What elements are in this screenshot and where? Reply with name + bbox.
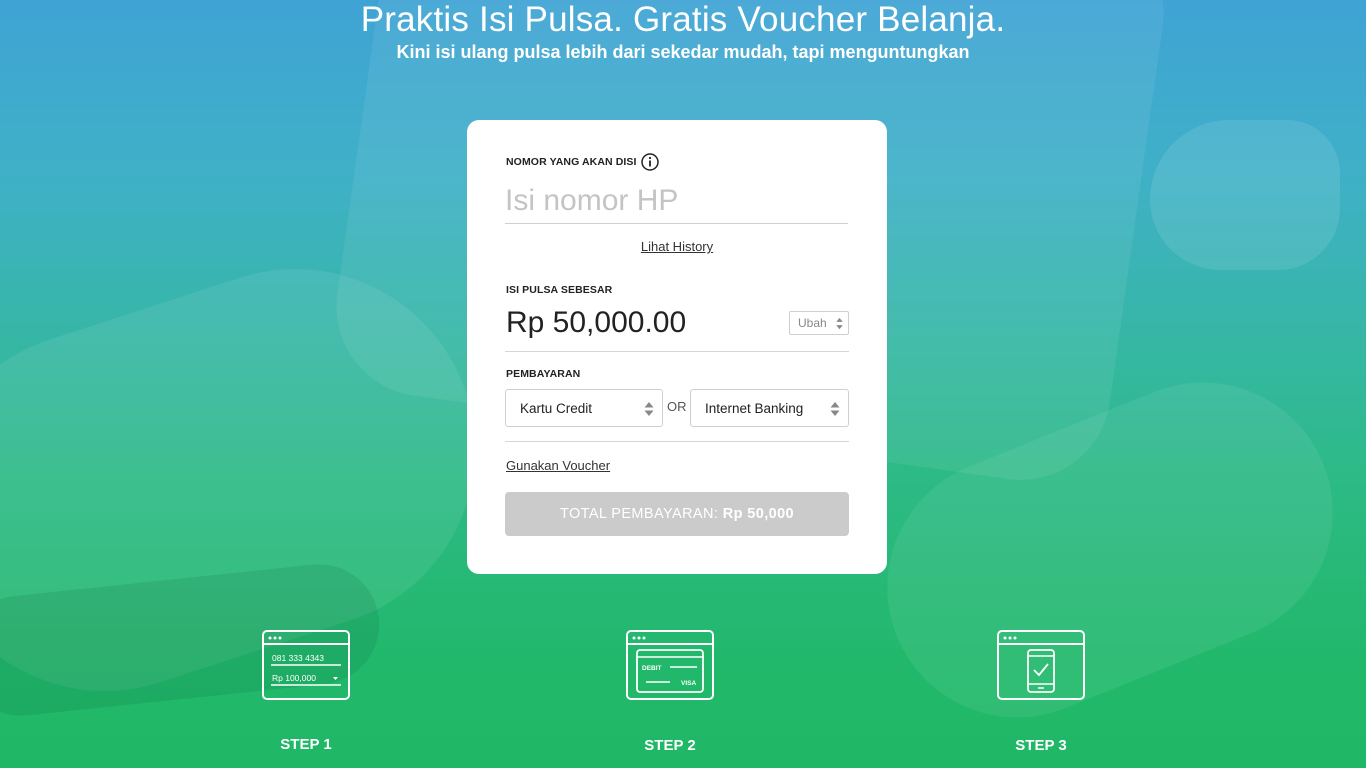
background-thumb-shape	[1150, 120, 1340, 270]
change-amount-button[interactable]: Ubah	[789, 311, 849, 335]
step-3: STEP 3	[997, 630, 1087, 754]
payment-option-label: Kartu Credit	[520, 401, 593, 416]
amount-label: ISI PULSA SEBESAR	[506, 284, 613, 296]
step1-example-amount: Rp 100,000	[272, 673, 316, 683]
step-1: 081 333 4343 Rp 100,000 STEP 1	[262, 630, 352, 753]
hero-title: Praktis Isi Pulsa. Gratis Voucher Belanj…	[360, 0, 1006, 39]
step-label: STEP 2	[644, 737, 696, 754]
step-label: STEP 1	[280, 736, 332, 753]
number-label: NOMOR YANG AKAN DISI	[506, 156, 637, 168]
updown-arrows-icon	[830, 402, 840, 416]
payment-option-label: Internet Banking	[705, 401, 804, 416]
step1-example-number: 081 333 4343	[272, 653, 324, 663]
phone-check-icon	[997, 630, 1085, 700]
change-amount-label: Ubah	[798, 316, 827, 330]
step-2: DEBIT VISA STEP 2	[626, 630, 716, 754]
divider	[505, 351, 849, 352]
phone-form-icon: 081 333 4343 Rp 100,000	[262, 630, 350, 700]
total-payment-value: Rp 50,000	[722, 506, 795, 522]
payment-label: PEMBAYARAN	[506, 368, 581, 380]
background-hand-shape	[848, 343, 1366, 757]
topup-form-card: NOMOR YANG AKAN DISI Lihat History ISI P…	[467, 120, 887, 574]
debit-card-icon: DEBIT VISA	[626, 630, 714, 700]
total-payment-label: TOTAL PEMBAYARAN:	[559, 506, 719, 522]
card-text: DEBIT	[642, 665, 662, 672]
total-payment-button[interactable]: TOTAL PEMBAYARAN: Rp 50,000	[505, 492, 849, 536]
use-voucher-link[interactable]: Gunakan Voucher	[506, 458, 610, 473]
card-brand: VISA	[681, 680, 696, 687]
updown-arrows-icon	[644, 402, 654, 416]
amount-value: Rp 50,000.00	[506, 306, 687, 339]
phone-number-input[interactable]	[505, 178, 848, 224]
hero-subtitle: Kini isi ulang pulsa lebih dari sekedar …	[396, 42, 970, 62]
updown-arrows-icon	[836, 317, 843, 330]
divider	[505, 441, 849, 442]
background-hand-shape	[0, 222, 522, 738]
payment-credit-card-select[interactable]: Kartu Credit	[505, 389, 663, 427]
step-label: STEP 3	[1015, 737, 1067, 754]
payment-internet-banking-select[interactable]: Internet Banking	[690, 389, 849, 427]
or-separator: OR	[667, 399, 687, 414]
info-icon[interactable]	[641, 153, 659, 171]
history-link[interactable]: Lihat History	[467, 239, 887, 254]
